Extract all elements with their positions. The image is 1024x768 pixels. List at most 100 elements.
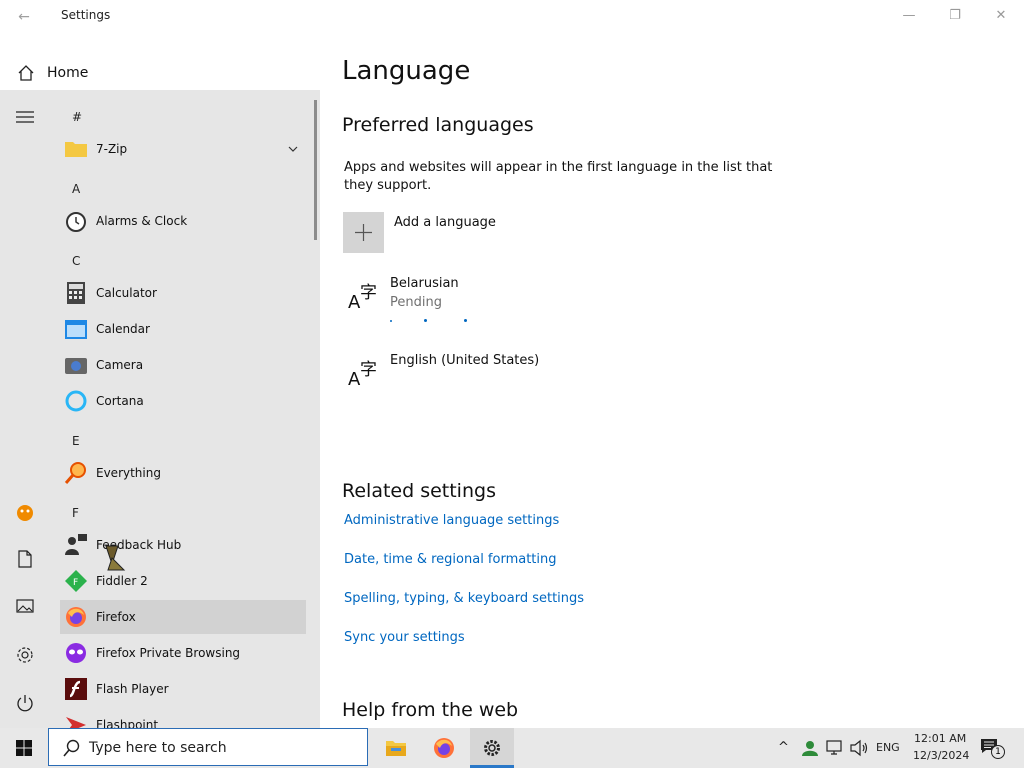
plus-icon — [355, 224, 372, 241]
home-label: Home — [47, 65, 89, 81]
gear-icon — [484, 740, 500, 756]
documents-icon[interactable] — [14, 550, 36, 572]
language-icon: A 字 — [348, 360, 377, 387]
app-label: Flash Player — [96, 682, 169, 696]
group-header-c[interactable]: C — [72, 254, 80, 268]
app-item-fiddler[interactable]: F Fiddler 2 — [60, 564, 306, 598]
app-label: Alarms & Clock — [96, 214, 188, 228]
group-header-hash[interactable]: # — [72, 110, 82, 124]
busy-cursor-icon — [105, 545, 126, 571]
app-item-calendar[interactable]: Calendar — [60, 312, 306, 346]
settings-gear-icon[interactable] — [14, 646, 36, 668]
app-label: Fiddler 2 — [96, 574, 148, 588]
home-icon — [18, 65, 34, 81]
preferred-languages-description: Apps and websites will appear in the fir… — [344, 160, 773, 193]
home-nav-item[interactable]: Home — [0, 56, 320, 90]
folder-icon — [65, 142, 87, 157]
camera-icon — [65, 358, 87, 374]
sync-settings-link[interactable]: Sync your settings — [344, 630, 465, 645]
svg-text:字: 字 — [360, 283, 377, 303]
app-label: 7-Zip — [96, 142, 128, 156]
group-header-f[interactable]: F — [72, 506, 79, 520]
group-header-e[interactable]: E — [72, 434, 80, 448]
power-icon[interactable] — [14, 694, 36, 716]
help-from-web-heading: Help from the web — [342, 699, 519, 721]
add-language-label[interactable]: Add a language — [394, 215, 496, 230]
add-language-button[interactable] — [343, 212, 384, 253]
cortana-icon — [65, 390, 87, 412]
people-icon[interactable] — [801, 739, 819, 757]
network-icon[interactable] — [826, 739, 844, 757]
progress-dot — [390, 320, 392, 322]
progress-dot — [464, 319, 467, 322]
language-name: English (United States) — [390, 353, 540, 368]
user-avatar-icon[interactable] — [14, 502, 36, 524]
taskbar-file-explorer[interactable] — [374, 728, 418, 768]
window-title: Settings — [61, 8, 111, 22]
firefox-icon — [66, 607, 86, 627]
app-list-scrollbar[interactable] — [314, 100, 317, 240]
windows-logo-icon — [16, 740, 32, 756]
app-label: Flashpoint — [96, 718, 159, 728]
show-hidden-icons-chevron[interactable]: ^ — [778, 740, 789, 755]
language-page: Language Preferred languages Apps and we… — [320, 0, 1024, 728]
app-item-firefox[interactable]: Firefox — [60, 600, 306, 634]
related-settings-heading: Related settings — [342, 480, 496, 502]
svg-text:字: 字 — [360, 360, 377, 380]
app-label: Firefox Private Browsing — [96, 646, 241, 660]
taskbar: Type here to search ^ ENG 12:01 AM 12/3/… — [0, 728, 1024, 768]
hamburger-menu-icon[interactable] — [16, 110, 34, 124]
app-item-firefox-private[interactable]: Firefox Private Browsing — [60, 636, 306, 670]
clock-time[interactable]: 12:01 AM — [914, 732, 966, 745]
group-header-a[interactable]: A — [72, 182, 80, 196]
flash-player-icon — [65, 678, 87, 700]
action-center-button[interactable]: 1 — [978, 737, 1005, 759]
app-list: # 7-Zip A Alarms & Clock C Calculator Ca… — [48, 90, 320, 728]
app-item-7zip[interactable]: 7-Zip — [60, 132, 306, 166]
app-label: Calendar — [96, 322, 150, 336]
input-language-indicator[interactable]: ENG — [876, 741, 900, 754]
app-label: Cortana — [96, 394, 144, 408]
start-menu: # 7-Zip A Alarms & Clock C Calculator Ca… — [0, 90, 320, 728]
firefox-private-icon — [66, 643, 86, 663]
calendar-icon — [65, 320, 87, 339]
language-item-english[interactable]: A 字 English (United States) — [320, 347, 800, 391]
spelling-typing-keyboard-link[interactable]: Spelling, typing, & keyboard settings — [344, 591, 584, 606]
language-icon: A 字 — [348, 283, 377, 310]
start-button[interactable] — [0, 728, 48, 768]
language-item-belarusian[interactable]: A 字 Belarusian Pending — [320, 270, 800, 330]
flashpoint-icon — [66, 717, 86, 728]
app-label: Firefox — [96, 610, 136, 624]
language-name: Belarusian — [390, 276, 459, 291]
app-label: Everything — [96, 466, 161, 480]
app-label: Camera — [96, 358, 144, 372]
pictures-icon[interactable] — [14, 598, 36, 620]
firefox-icon — [434, 738, 454, 758]
volume-icon[interactable] — [849, 739, 869, 757]
search-placeholder[interactable]: Type here to search — [89, 740, 227, 756]
back-button[interactable]: ← — [8, 6, 40, 28]
calculator-icon — [67, 282, 85, 304]
app-item-cortana[interactable]: Cortana — [60, 384, 306, 418]
app-item-feedback-hub[interactable]: Feedback Hub — [60, 528, 306, 562]
preferred-languages-heading: Preferred languages — [342, 114, 534, 136]
progress-dot — [424, 319, 427, 322]
app-item-flash-player[interactable]: Flash Player — [60, 672, 306, 706]
date-time-regional-link[interactable]: Date, time & regional formatting — [344, 552, 557, 567]
search-icon — [63, 739, 80, 757]
app-item-flashpoint[interactable]: Flashpoint — [60, 708, 306, 728]
chevron-down-icon[interactable] — [288, 145, 298, 153]
admin-language-settings-link[interactable]: Administrative language settings — [344, 513, 559, 528]
alarm-clock-icon — [66, 212, 86, 232]
taskbar-search-box[interactable]: Type here to search — [48, 728, 368, 766]
app-item-camera[interactable]: Camera — [60, 348, 306, 382]
clock-date[interactable]: 12/3/2024 — [913, 749, 969, 762]
app-item-alarms-clock[interactable]: Alarms & Clock — [60, 204, 306, 238]
taskbar-firefox[interactable] — [422, 728, 466, 768]
svg-text:F: F — [73, 578, 78, 588]
taskbar-settings[interactable] — [470, 728, 514, 768]
page-title: Language — [342, 56, 471, 86]
app-item-everything[interactable]: Everything — [60, 456, 306, 490]
app-item-calculator[interactable]: Calculator — [60, 276, 306, 310]
notification-count-badge: 1 — [991, 745, 1005, 759]
